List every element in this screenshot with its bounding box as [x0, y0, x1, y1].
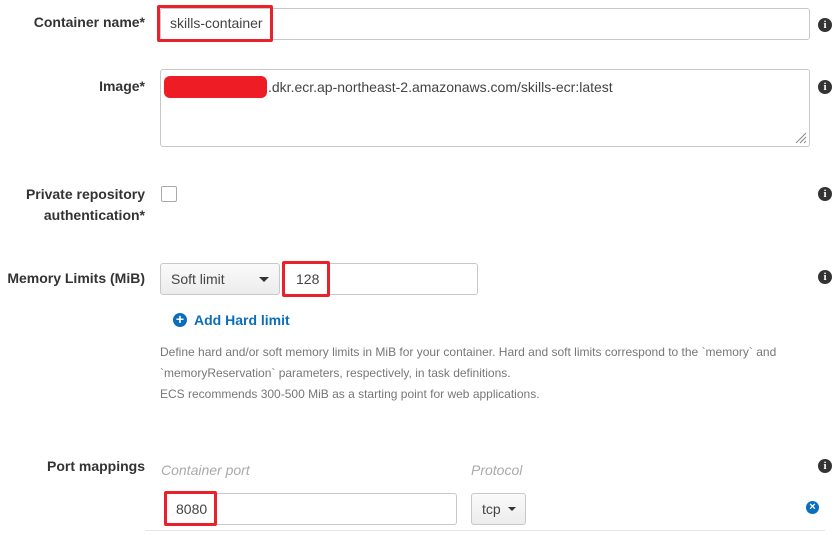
remove-port-mapping-icon[interactable]: ×: [806, 501, 819, 514]
chevron-down-icon: [259, 277, 269, 282]
container-port-header: Container port: [161, 462, 250, 478]
chevron-down-icon: [508, 507, 516, 511]
memory-help-line1: Define hard and/or soft memory limits in…: [160, 345, 777, 359]
image-value: .dkr.ecr.ap-northeast-2.amazonaws.com/sk…: [268, 79, 613, 95]
memory-value: 128: [296, 271, 320, 287]
container-name-value: skills-container: [170, 15, 263, 31]
memory-help-line2: `memoryReservation` parameters, respecti…: [160, 366, 511, 380]
divider: [145, 530, 825, 531]
private-repo-checkbox[interactable]: [161, 186, 177, 202]
info-icon[interactable]: i: [818, 18, 832, 32]
private-repo-label-line2: authentication*: [43, 207, 145, 223]
image-label: Image*: [99, 78, 145, 94]
info-icon[interactable]: i: [818, 80, 832, 94]
add-hard-limit-link[interactable]: Add Hard limit: [194, 312, 290, 328]
info-icon[interactable]: i: [818, 187, 832, 201]
redacted-account-id: [164, 76, 267, 98]
port-mappings-label: Port mappings: [46, 458, 145, 474]
container-port-value: 8080: [176, 501, 208, 517]
memory-limit-type-value: Soft limit: [171, 271, 225, 287]
plus-circle-icon[interactable]: +: [173, 312, 187, 327]
protocol-select[interactable]: tcp: [471, 493, 526, 525]
protocol-value: tcp: [482, 501, 501, 517]
info-icon[interactable]: i: [818, 270, 832, 284]
protocol-header: Protocol: [471, 462, 523, 478]
memory-limits-label: Memory Limits (MiB): [7, 270, 145, 286]
private-repo-label-line1: Private repository: [25, 186, 145, 202]
container-name-label: Container name*: [33, 14, 145, 30]
resize-grip-icon[interactable]: [795, 132, 807, 144]
memory-limit-type-select[interactable]: Soft limit: [160, 263, 280, 295]
info-icon[interactable]: i: [818, 459, 832, 473]
memory-help-line3: ECS recommends 300-500 MiB as a starting…: [160, 387, 540, 401]
